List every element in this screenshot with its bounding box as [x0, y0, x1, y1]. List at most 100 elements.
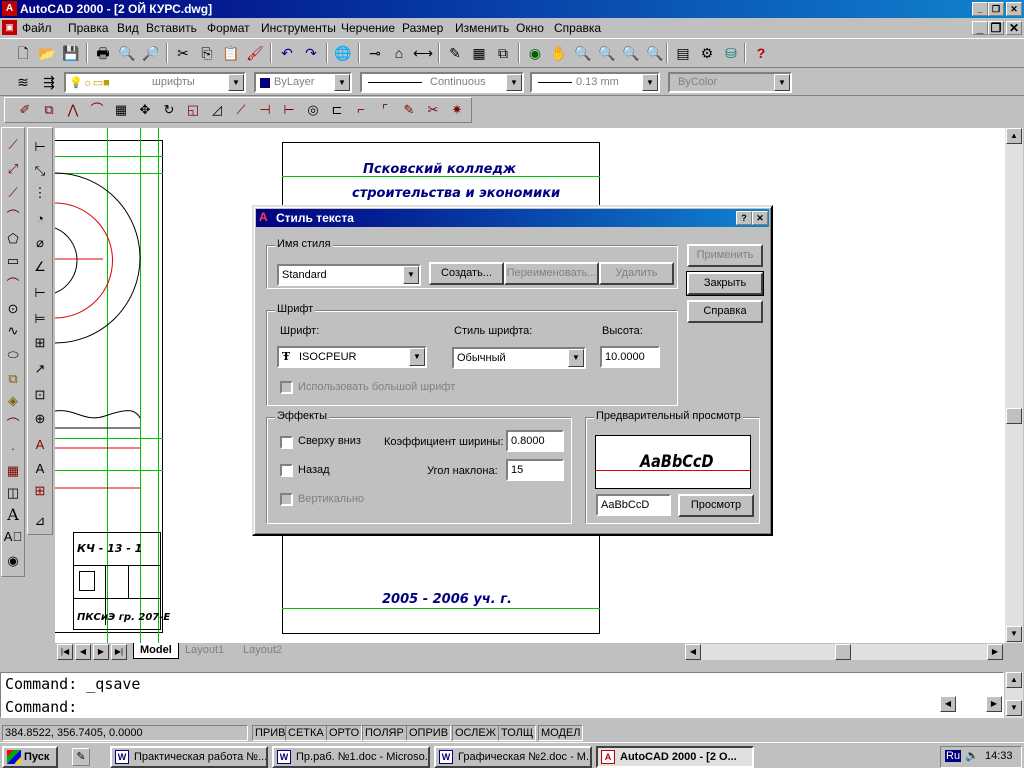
radius-dim-icon[interactable]: ◔ — [29, 208, 51, 230]
continue-dim-icon[interactable]: ⊞ — [29, 332, 51, 354]
hscroll-thumb[interactable] — [835, 644, 851, 660]
ucs-icon[interactable]: ⌂ — [388, 42, 410, 64]
tab-layout2[interactable]: Layout2 — [237, 643, 288, 659]
multiline-text-icon[interactable]: A — [2, 504, 24, 526]
tab-prev-icon[interactable]: ◀ — [75, 644, 91, 660]
coordinates-readout[interactable]: 384.8522, 356.7405, 0.0000 — [2, 725, 248, 741]
tab-first-icon[interactable]: |◀ — [57, 644, 73, 660]
chevron-down-icon[interactable]: ▼ — [506, 74, 522, 91]
cmd-scroll-left-icon[interactable]: ◀ — [940, 696, 956, 712]
leader-icon[interactable]: ↗ — [29, 358, 51, 380]
scroll-left-icon[interactable]: ◀ — [685, 644, 701, 660]
menu-tools[interactable]: Инструменты — [261, 21, 336, 35]
minimize-button[interactable]: _ — [972, 2, 988, 16]
find-icon[interactable]: 🔎 — [140, 42, 162, 64]
zoom-window-icon[interactable]: 🔍 — [596, 42, 618, 64]
mirror-icon[interactable]: ⋀ — [62, 99, 84, 121]
menu-file[interactable]: Файл — [22, 21, 52, 35]
menu-edit[interactable]: Правка — [68, 21, 109, 35]
model-toggle[interactable]: МОДЕЛ — [538, 725, 584, 741]
break-two-points-icon[interactable]: ⊏ — [326, 99, 348, 121]
rotate-icon[interactable]: ↻ — [158, 99, 180, 121]
dim-edit-icon[interactable]: A — [29, 434, 51, 456]
point-icon[interactable]: · — [2, 438, 24, 460]
doc-minimize-button[interactable]: _ — [972, 21, 988, 35]
chevron-down-icon[interactable]: ▼ — [334, 74, 350, 91]
named-views-icon[interactable]: ▦ — [468, 42, 490, 64]
arc-icon[interactable]: ⌒ — [2, 274, 24, 296]
dim-text-edit-icon[interactable]: A — [29, 458, 51, 480]
polyline-icon[interactable]: ⟋ — [2, 182, 24, 204]
rectangle-icon[interactable]: ▭ — [2, 250, 24, 272]
help-button[interactable]: Справка — [687, 300, 763, 323]
task-pr-rab-doc[interactable]: W Пр.раб. №1.doc - Microso... — [272, 746, 430, 768]
linetype-dropdown[interactable]: Continuous ▼ — [360, 72, 524, 93]
vertical-scrollbar[interactable]: ▲ ▼ — [1005, 128, 1023, 643]
pan-icon[interactable]: ✋ — [548, 42, 570, 64]
menu-format[interactable]: Формат — [207, 21, 250, 35]
new-icon[interactable]: 🗋 — [12, 42, 34, 64]
volume-icon[interactable]: 🔈 — [965, 749, 979, 762]
font-style-select[interactable]: Обычный ▼ — [452, 347, 586, 369]
menu-modify[interactable]: Изменить — [455, 21, 509, 35]
command-hscrollbar[interactable]: ◀ ▶ — [940, 694, 1004, 716]
explode-blast-icon[interactable]: ✷ — [446, 99, 468, 121]
make-layer-current-icon[interactable]: ⇶ — [38, 71, 60, 93]
3d-orbit-icon[interactable]: ◉ — [524, 42, 546, 64]
doc-close-button[interactable]: ✕ — [1006, 21, 1022, 35]
distance-icon[interactable]: ⟷ — [412, 42, 434, 64]
dim-style-icon[interactable]: ⊿ — [29, 510, 51, 532]
horizontal-scrollbar[interactable]: ◀ ▶ — [685, 644, 1003, 660]
open-icon[interactable]: 📂 — [36, 42, 58, 64]
erase-icon[interactable]: ✐ — [14, 99, 36, 121]
tolerance-icon[interactable]: ⊡ — [29, 384, 51, 406]
vertical-checkbox[interactable] — [280, 493, 293, 506]
menu-window[interactable]: Окно — [516, 21, 544, 35]
quick-dim-icon[interactable]: ⊢ — [29, 282, 51, 304]
create-style-button[interactable]: Создать... — [429, 262, 504, 285]
polygon-icon[interactable]: ⌒ — [2, 206, 24, 228]
baseline-dim-icon[interactable]: ⊨ — [29, 308, 51, 330]
color-dropdown[interactable]: ByLayer ▼ — [254, 72, 352, 93]
command-prompt[interactable]: Command: — [5, 698, 77, 716]
cmd-scroll-right-icon[interactable]: ▶ — [986, 696, 1002, 712]
dbconnect-icon[interactable]: ⛁ — [720, 42, 742, 64]
extend-icon[interactable]: ⊢ — [278, 99, 300, 121]
rename-style-button[interactable]: Переименовать... — [504, 262, 599, 285]
chevron-down-icon[interactable]: ▼ — [568, 349, 584, 367]
edit-polyline-icon[interactable]: ✂ — [422, 99, 444, 121]
offset-icon[interactable]: ⌒ — [86, 99, 108, 121]
menu-insert[interactable]: Вставить — [146, 21, 197, 35]
backwards-checkbox[interactable] — [280, 464, 293, 477]
help-icon[interactable]: ? — [750, 42, 772, 64]
web-icon[interactable]: 🌐 — [332, 42, 354, 64]
scroll-thumb[interactable] — [1006, 408, 1022, 424]
height-input[interactable]: 10.0000 — [600, 346, 660, 368]
chevron-down-icon[interactable]: ▼ — [228, 74, 244, 91]
snap-from-icon[interactable]: ⊸ — [364, 42, 386, 64]
menu-view[interactable]: Вид — [117, 21, 139, 35]
preview-button[interactable]: Просмотр — [678, 494, 754, 517]
tab-last-icon[interactable]: ▶| — [111, 644, 127, 660]
task-graphic-doc[interactable]: W Графическая №2.doc - M... — [434, 746, 592, 768]
delete-style-button[interactable]: Удалить — [599, 262, 674, 285]
width-factor-input[interactable]: 0.8000 — [506, 430, 564, 452]
circle-icon[interactable]: ⊙ — [2, 298, 24, 320]
center-mark-icon[interactable]: ⊕ — [29, 408, 51, 430]
chamfer-icon[interactable]: ⌐ — [350, 99, 372, 121]
chevron-down-icon[interactable]: ▼ — [409, 348, 425, 366]
language-indicator[interactable]: Ru — [945, 750, 962, 762]
save-icon[interactable]: 💾 — [60, 42, 82, 64]
close-button[interactable]: ✕ — [1006, 2, 1022, 16]
tab-model[interactable]: Model — [133, 643, 179, 659]
upside-down-checkbox[interactable] — [280, 436, 293, 449]
lengthen-icon[interactable]: ⟋ — [230, 99, 252, 121]
explode-icon[interactable]: ✎ — [398, 99, 420, 121]
plotstyle-dropdown[interactable]: ByColor ▼ — [668, 72, 792, 93]
task-autocad[interactable]: A AutoCAD 2000 - [2 О... — [596, 746, 754, 768]
chevron-down-icon[interactable]: ▼ — [403, 266, 419, 284]
angular-dim-icon[interactable]: ∠ — [29, 256, 51, 278]
command-scrollbar[interactable]: ▲ ▼ — [1005, 672, 1023, 718]
array-icon[interactable]: ▦ — [110, 99, 132, 121]
redo-icon[interactable]: ↷ — [300, 42, 322, 64]
